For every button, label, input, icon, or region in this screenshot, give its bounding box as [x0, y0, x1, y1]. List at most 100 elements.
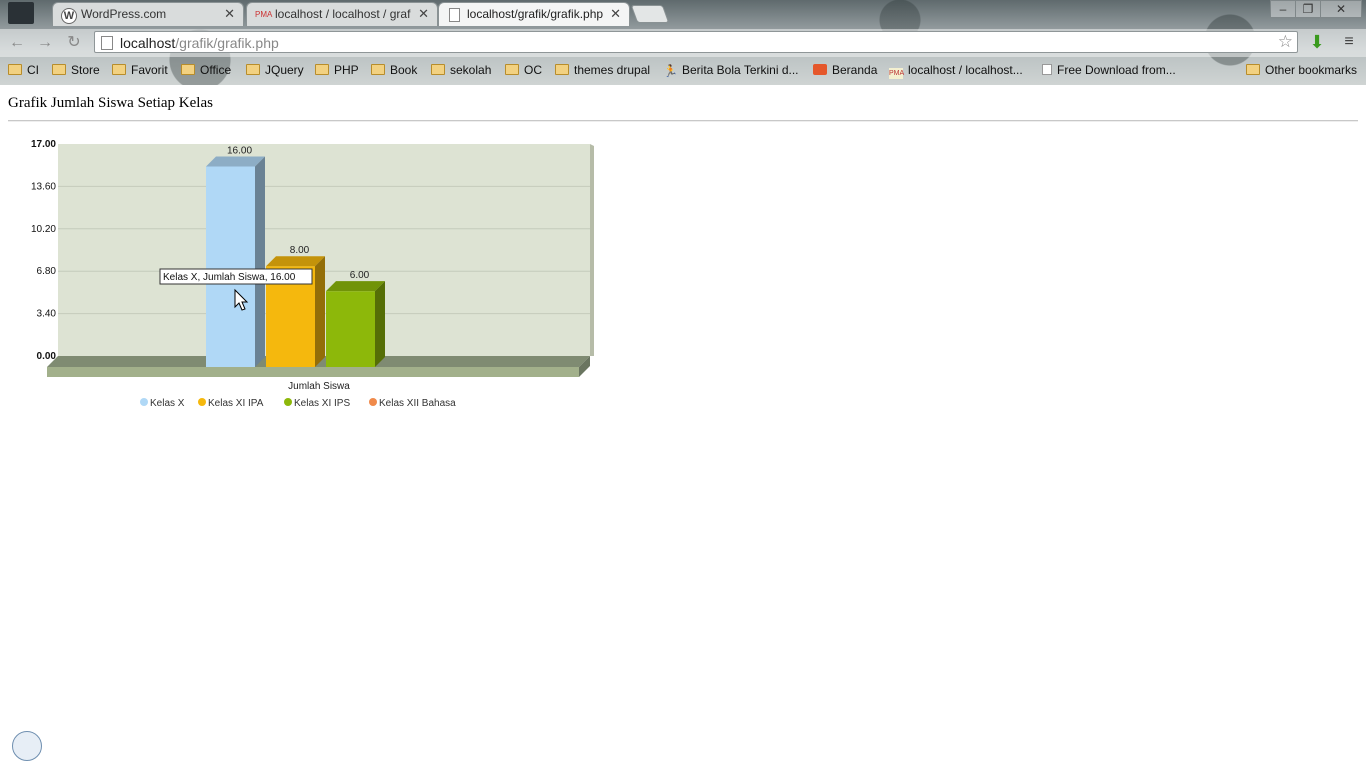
legend-label: Kelas XII Bahasa — [379, 398, 456, 409]
folder-icon — [505, 64, 519, 75]
bookmark-php[interactable]: PHP — [315, 63, 359, 77]
folder-icon — [1246, 64, 1260, 75]
bookmark-berita-bola[interactable]: 🏃 Berita Bola Terkini d... — [663, 63, 799, 78]
close-window-button[interactable]: ✕ — [1320, 0, 1362, 18]
page-corner-icon — [12, 731, 42, 761]
data-label: 8.00 — [290, 245, 310, 256]
divider — [8, 120, 1358, 122]
close-icon[interactable]: ✕ — [610, 6, 621, 22]
bookmark-themes-drupal[interactable]: themes drupal — [555, 63, 650, 77]
tab-wordpress[interactable]: W WordPress.com ✕ — [52, 2, 244, 26]
bar-chart: 0.00 3.40 6.80 10.20 13.60 17.00 16.00 8.00 6.0… — [0, 127, 620, 427]
download-extension-icon[interactable]: ⬇ — [1307, 32, 1327, 52]
bookmark-store[interactable]: Store — [52, 63, 100, 77]
legend-label: Kelas XI IPA — [208, 398, 264, 409]
page-content: Grafik Jumlah Siswa Setiap Kelas 0.00 3.4… — [0, 85, 1366, 761]
data-label: 16.00 — [227, 145, 252, 156]
runner-icon: 🏃 — [663, 64, 678, 78]
close-icon[interactable]: ✕ — [224, 6, 235, 22]
address-bar[interactable]: localhost/grafik/grafik.php ☆ — [94, 31, 1298, 53]
folder-icon — [246, 64, 260, 75]
legend-label: Kelas X — [150, 398, 185, 409]
new-tab-button[interactable] — [630, 5, 670, 23]
bar-side — [375, 281, 385, 367]
data-label: 6.00 — [350, 270, 370, 281]
bar-kelas-xi-ips[interactable]: 6.00 — [326, 270, 385, 367]
folder-icon — [8, 64, 22, 75]
bookmark-book[interactable]: Book — [371, 63, 417, 77]
folder-icon — [555, 64, 569, 75]
y-tick-label: 0.00 — [37, 351, 57, 362]
x-axis-label: Jumlah Siswa — [288, 381, 350, 392]
url-text: localhost/grafik/grafik.php — [120, 35, 279, 51]
page-title: Grafik Jumlah Siswa Setiap Kelas — [8, 95, 213, 111]
page-icon — [101, 36, 113, 50]
phpmyadmin-icon: PMA — [889, 68, 905, 79]
bar-side — [255, 156, 265, 367]
bar-front — [326, 291, 375, 367]
page-icon — [449, 8, 460, 22]
bookmark-beranda[interactable]: Beranda — [813, 63, 877, 77]
tab-grafik[interactable]: localhost/grafik/grafik.php ✕ — [438, 2, 630, 26]
legend-item-kelas-xi-ipa[interactable]: Kelas XI IPA — [198, 398, 264, 409]
bar-side — [315, 256, 325, 367]
bar-top — [266, 256, 325, 267]
legend-item-kelas-xi-ips[interactable]: Kelas XI IPS — [284, 398, 350, 409]
tab-title: localhost / localhost / grafik — [275, 7, 411, 21]
menu-icon[interactable]: ≡ — [1340, 33, 1358, 51]
bookmark-office[interactable]: Office — [181, 63, 231, 77]
folder-icon — [112, 64, 126, 75]
bookmarks-bar: CI Store Favorit Office JQuery PHP Book … — [0, 58, 1366, 84]
bar-kelas-x[interactable]: 16.00 — [206, 145, 265, 367]
bar-front — [206, 166, 255, 367]
bookmark-star-icon[interactable]: ☆ — [1278, 32, 1293, 52]
legend-marker — [198, 398, 206, 406]
plot-right-wall — [590, 144, 594, 356]
beranda-icon — [813, 64, 827, 75]
tooltip-text: Kelas X, Jumlah Siswa, 16.00 — [163, 272, 296, 283]
chart-floor-front — [47, 367, 579, 377]
legend-label: Kelas XI IPS — [294, 398, 350, 409]
legend-item-kelas-xii-bahasa[interactable]: Kelas XII Bahasa — [369, 398, 456, 409]
legend-marker — [140, 398, 148, 406]
phpmyadmin-icon: PMA — [255, 10, 273, 19]
bar-kelas-xi-ipa[interactable]: 8.00 — [266, 245, 325, 367]
folder-icon — [315, 64, 329, 75]
bookmark-other[interactable]: Other bookmarks — [1246, 63, 1357, 77]
y-tick-label: 17.00 — [31, 139, 56, 150]
chart-svg: 0.00 3.40 6.80 10.20 13.60 17.00 16.00 8.00 6.0… — [31, 139, 594, 409]
bookmark-ci[interactable]: CI — [8, 63, 39, 77]
tab-title: localhost/grafik/grafik.php — [467, 7, 603, 21]
bar-top — [326, 281, 385, 292]
folder-icon — [431, 64, 445, 75]
legend-marker — [369, 398, 377, 406]
bookmark-sekolah[interactable]: sekolah — [431, 63, 491, 77]
browser-chrome: W WordPress.com ✕ PMA localhost / localh… — [0, 0, 1366, 85]
minimize-button[interactable]: – — [1270, 0, 1296, 18]
back-arrow-icon[interactable]: ← — [6, 32, 28, 54]
bookmark-oc[interactable]: OC — [505, 63, 542, 77]
close-icon[interactable]: ✕ — [418, 6, 429, 22]
bookmark-localhost[interactable]: PMA localhost / localhost... — [889, 63, 1023, 79]
bar-top — [206, 156, 265, 167]
folder-icon — [371, 64, 385, 75]
page-icon — [1042, 64, 1052, 75]
tooltip: Kelas X, Jumlah Siswa, 16.00 — [159, 268, 313, 285]
y-tick-label: 3.40 — [37, 309, 57, 320]
legend-item-kelas-x[interactable]: Kelas X — [140, 398, 185, 409]
maximize-button[interactable]: ❐ — [1295, 0, 1321, 18]
legend: Kelas X Kelas XI IPA Kelas XI IPS Kelas XII… — [140, 398, 456, 409]
y-tick-label: 10.20 — [31, 224, 56, 235]
reload-icon[interactable]: ↻ — [63, 32, 85, 54]
forward-arrow-icon[interactable]: → — [34, 32, 56, 54]
bookmark-favorit[interactable]: Favorit — [112, 63, 168, 77]
legend-marker — [284, 398, 292, 406]
bookmark-jquery[interactable]: JQuery — [246, 63, 304, 77]
bookmark-free-download[interactable]: Free Download from... — [1042, 63, 1176, 77]
y-tick-label: 13.60 — [31, 181, 56, 192]
tab-title: WordPress.com — [81, 7, 167, 21]
app-icon — [8, 2, 34, 24]
folder-icon — [181, 64, 195, 75]
tab-phpmyadmin[interactable]: PMA localhost / localhost / grafik ✕ — [246, 2, 438, 26]
wordpress-icon: W — [61, 8, 77, 24]
